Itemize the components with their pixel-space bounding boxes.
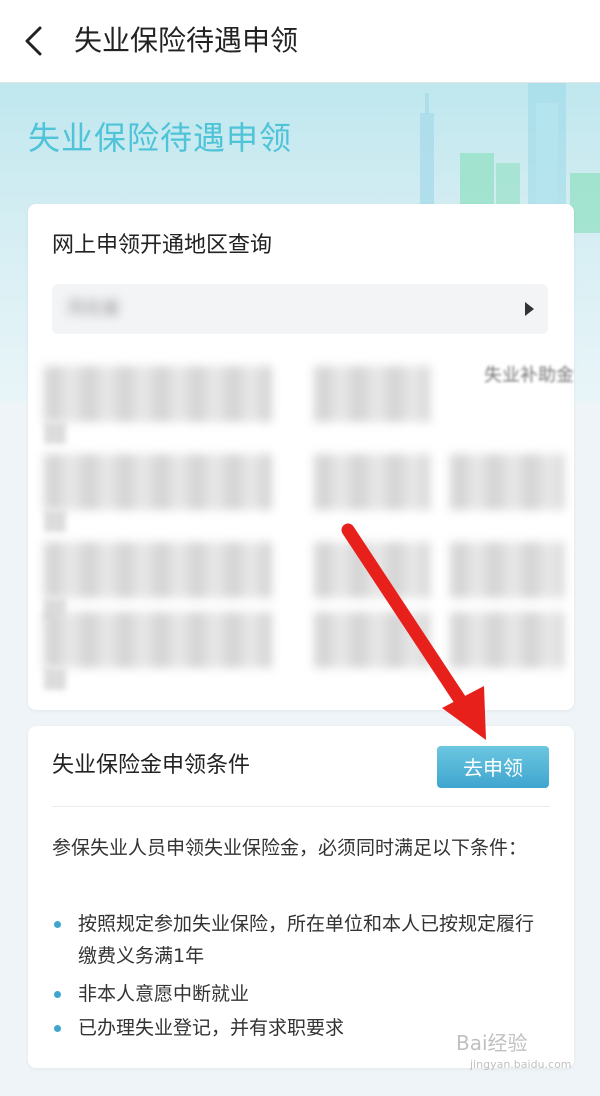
region-cell <box>450 454 564 510</box>
region-cell <box>450 542 564 598</box>
divider <box>52 806 550 807</box>
condition-item: 非本人意愿中断就业 <box>52 978 552 1010</box>
region-cell <box>450 612 564 668</box>
dot-icon <box>54 1025 61 1032</box>
condition-item: 按照规定参加失业保险，所在单位和本人已按规定履行缴费义务满1年 <box>52 908 552 972</box>
hero-title: 失业保险待遇申领 <box>28 119 293 157</box>
region-cell <box>44 366 272 422</box>
region-cell-fragment <box>44 422 66 444</box>
condition-text: 非本人意愿中断就业 <box>78 983 250 1005</box>
dot-icon <box>54 921 61 928</box>
watermark-url: jingyan.baidu.com <box>470 1058 572 1071</box>
apply-button[interactable]: 去申领 <box>437 746 549 788</box>
region-cell <box>314 366 430 422</box>
region-cell-label: 失业补助金 <box>484 365 574 386</box>
region-cell-fragment <box>44 668 66 690</box>
conditions-card: 失业保险金申领条件 去申领 参保失业人员申领失业保险金，必须同时满足以下条件： … <box>28 726 574 1068</box>
top-nav-bar: 失业保险待遇申领 <box>0 0 600 83</box>
region-select[interactable]: 河北省 <box>52 284 548 334</box>
conditions-intro: 参保失业人员申领失业保险金，必须同时满足以下条件： <box>52 837 528 859</box>
condition-text: 按照规定参加失业保险，所在单位和本人已按规定履行缴费义务满1年 <box>78 913 535 967</box>
dot-icon <box>54 991 61 998</box>
region-cell <box>314 454 430 510</box>
region-cell <box>44 542 272 598</box>
region-row[interactable]: 失业补助金 <box>44 365 574 456</box>
chevron-left-icon <box>25 26 42 56</box>
page-title: 失业保险待遇申领 <box>74 24 299 57</box>
condition-text: 已办理失业登记，并有求职要求 <box>78 1017 345 1039</box>
conditions-heading: 失业保险金申领条件 <box>52 753 251 778</box>
region-query-card: 网上申领开通地区查询 河北省 失业补助金 <box>28 204 574 710</box>
region-cell <box>314 542 430 598</box>
region-cell <box>314 612 430 668</box>
back-button[interactable] <box>18 22 54 60</box>
region-row[interactable] <box>44 454 564 544</box>
region-query-heading: 网上申领开通地区查询 <box>52 233 273 258</box>
watermark-logo: Bai经验 <box>456 1031 528 1055</box>
region-select-value: 河北省 <box>66 298 120 319</box>
region-cell <box>44 612 272 668</box>
region-row[interactable] <box>44 612 564 702</box>
triangle-right-icon <box>525 302 534 316</box>
region-cell-fragment <box>44 510 66 532</box>
region-cell <box>44 454 272 510</box>
